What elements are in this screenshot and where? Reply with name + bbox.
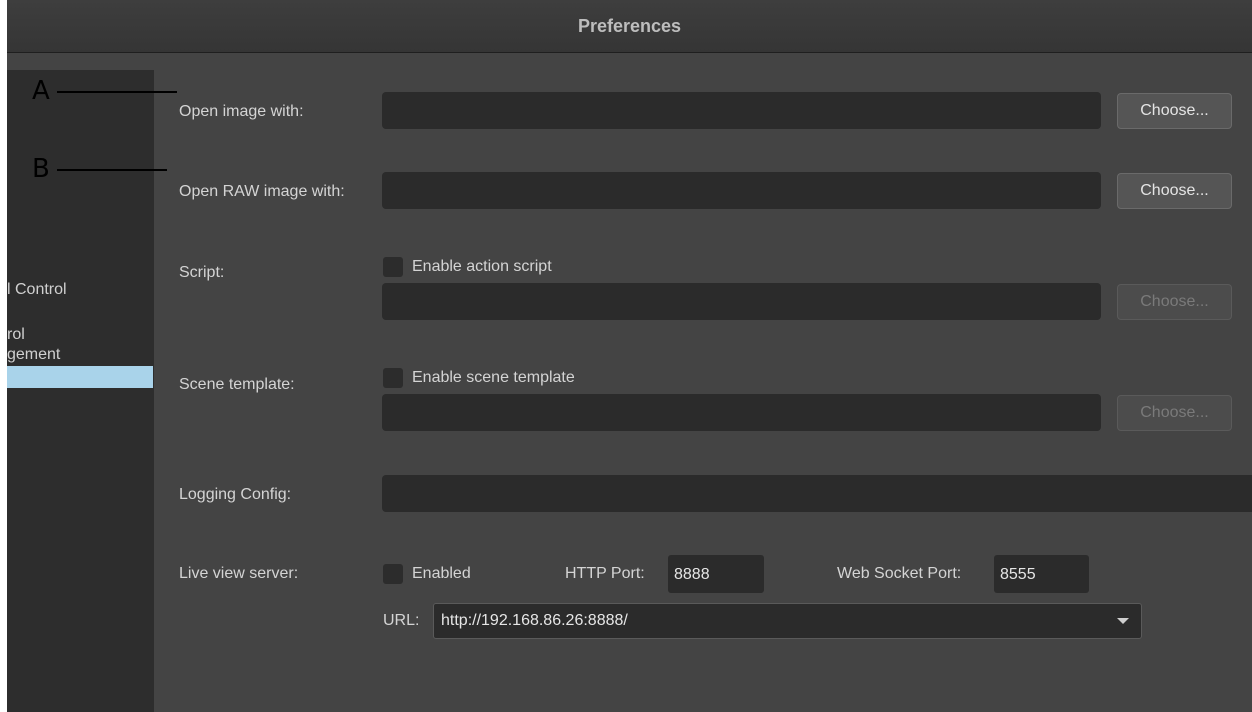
scene-template-path-field[interactable] [382, 394, 1101, 431]
script-label: Script: [179, 264, 225, 281]
enable-scene-template-checkbox[interactable] [383, 368, 403, 388]
url-select[interactable]: http://192.168.86.26:8888/ [433, 603, 1142, 639]
enable-action-script-label: Enable action script [412, 258, 552, 275]
logging-config-label: Logging Config: [179, 486, 292, 503]
http-port-input[interactable]: 8888 [668, 555, 764, 593]
callout-b-label: B [32, 154, 50, 184]
web-socket-port-input[interactable]: 8555 [994, 555, 1089, 593]
logging-config-field[interactable] [382, 475, 1252, 512]
url-select-value: http://192.168.86.26:8888/ [441, 612, 628, 629]
open-raw-image-field[interactable] [382, 172, 1101, 209]
http-port-label: HTTP Port: [565, 565, 645, 582]
script-path-field[interactable] [382, 283, 1101, 320]
web-socket-port-label: Web Socket Port: [837, 565, 962, 582]
open-image-choose-button[interactable]: Choose... [1117, 93, 1232, 129]
preferences-window: Preferences l Control rol gement Open im… [7, 0, 1252, 712]
live-view-server-label: Live view server: [179, 565, 299, 582]
open-raw-image-choose-button[interactable]: Choose... [1117, 173, 1232, 209]
url-label: URL: [383, 612, 420, 629]
window-title: Preferences [577, 16, 682, 36]
title-bar: Preferences [7, 0, 1252, 53]
callout-a-line [57, 91, 177, 93]
open-raw-image-label: Open RAW image with: [179, 183, 345, 200]
live-view-enabled-label: Enabled [412, 565, 471, 582]
scene-template-choose-button[interactable]: Choose... [1117, 395, 1232, 431]
callout-a-label: A [32, 76, 50, 106]
enable-scene-template-label: Enable scene template [412, 369, 575, 386]
chevron-down-icon [1117, 618, 1129, 624]
open-image-field[interactable] [382, 92, 1101, 129]
enable-action-script-checkbox[interactable] [383, 257, 403, 277]
callout-b-line [57, 169, 167, 171]
script-choose-button[interactable]: Choose... [1117, 284, 1232, 320]
sidebar: l Control rol gement [7, 70, 154, 712]
sidebar-item-selected[interactable] [7, 366, 153, 388]
sidebar-item-control[interactable]: l Control [7, 280, 67, 299]
sidebar-item-control-management-line2[interactable]: gement [7, 345, 60, 364]
sidebar-item-control-management-line1[interactable]: rol [7, 325, 25, 344]
live-view-enabled-checkbox[interactable] [383, 564, 403, 584]
open-image-label: Open image with: [179, 103, 304, 120]
scene-template-label: Scene template: [179, 376, 295, 393]
